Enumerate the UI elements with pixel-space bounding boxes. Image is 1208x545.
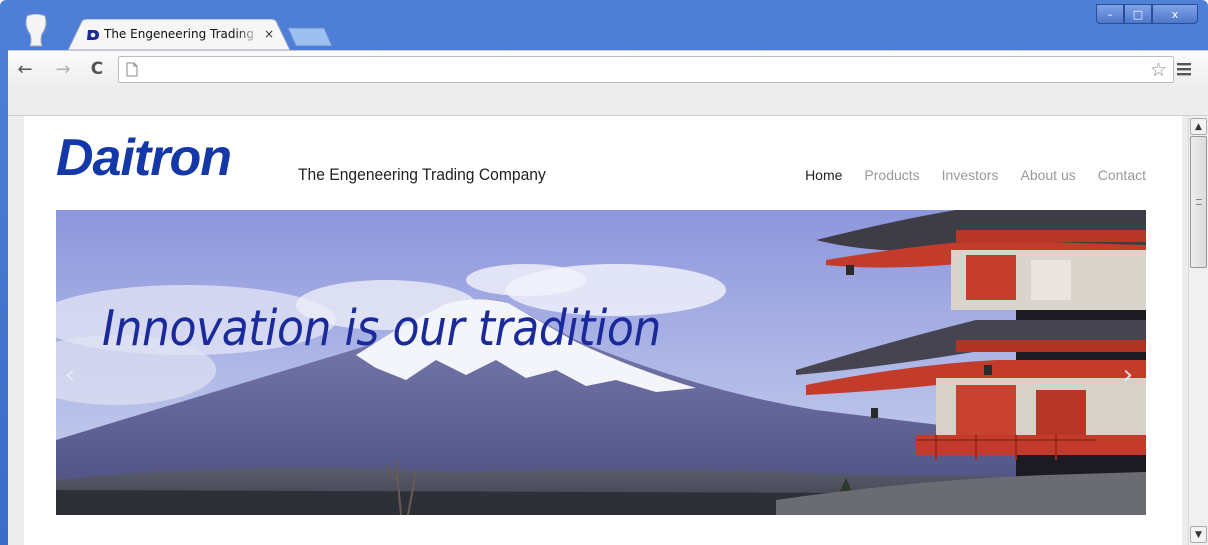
nav-investors[interactable]: Investors: [942, 167, 999, 183]
daitron-favicon-icon: [87, 30, 99, 40]
tab-close-icon[interactable]: ×: [264, 27, 274, 41]
scroll-up-arrow-icon[interactable]: ▲: [1190, 118, 1207, 135]
maximize-button[interactable]: □: [1124, 4, 1152, 24]
nav-about-us[interactable]: About us: [1020, 167, 1075, 183]
profile-icon[interactable]: [22, 14, 50, 48]
title-bar: The Engeneering Trading C × – □ x: [0, 0, 1208, 50]
back-button[interactable]: ←: [14, 58, 36, 80]
window-controls: – □ x: [1096, 4, 1198, 26]
web-page: Daitron The Engeneering Trading Company …: [24, 116, 1182, 545]
menu-icon[interactable]: [1174, 59, 1194, 79]
page-viewport: Daitron The Engeneering Trading Company …: [8, 116, 1208, 545]
site-tagline: The Engeneering Trading Company: [298, 165, 546, 184]
hero-image: [56, 210, 1146, 515]
reload-button[interactable]: C: [86, 58, 108, 80]
nav-contact[interactable]: Contact: [1098, 167, 1146, 183]
main-nav: Home Products Investors About us Contact: [805, 167, 1146, 183]
vertical-scrollbar[interactable]: ▲ ▼: [1188, 116, 1208, 545]
hero-caption: Innovation is our tradition: [102, 300, 661, 357]
page-icon: [126, 62, 138, 77]
scroll-down-arrow-icon[interactable]: ▼: [1190, 526, 1207, 543]
carousel-next-button[interactable]: ›: [1116, 360, 1140, 390]
browser-toolbar: ← → C ☆: [8, 50, 1208, 86]
scroll-thumb[interactable]: [1190, 136, 1207, 268]
address-bar[interactable]: ☆: [118, 56, 1174, 83]
logo-text: Daitron: [56, 129, 232, 187]
forward-button[interactable]: →: [52, 58, 74, 80]
bookmark-bar: [8, 86, 1208, 116]
close-window-button[interactable]: x: [1152, 4, 1198, 24]
new-tab-button[interactable]: [288, 26, 332, 46]
tab-active[interactable]: The Engeneering Trading C ×: [68, 19, 290, 50]
carousel-prev-button[interactable]: ‹: [58, 360, 82, 390]
site-logo[interactable]: Daitron: [56, 128, 232, 188]
tab-title: The Engeneering Trading C: [104, 27, 260, 41]
address-input[interactable]: [145, 60, 1125, 79]
hero-carousel: Innovation is our tradition ‹ ›: [56, 210, 1146, 515]
minimize-button[interactable]: –: [1096, 4, 1124, 24]
nav-home[interactable]: Home: [805, 167, 842, 183]
nav-products[interactable]: Products: [864, 167, 919, 183]
thumb-grip-icon: [1196, 199, 1202, 205]
bookmark-star-icon[interactable]: ☆: [1150, 59, 1167, 81]
browser-window: The Engeneering Trading C × – □ x ← → C …: [0, 0, 1208, 545]
